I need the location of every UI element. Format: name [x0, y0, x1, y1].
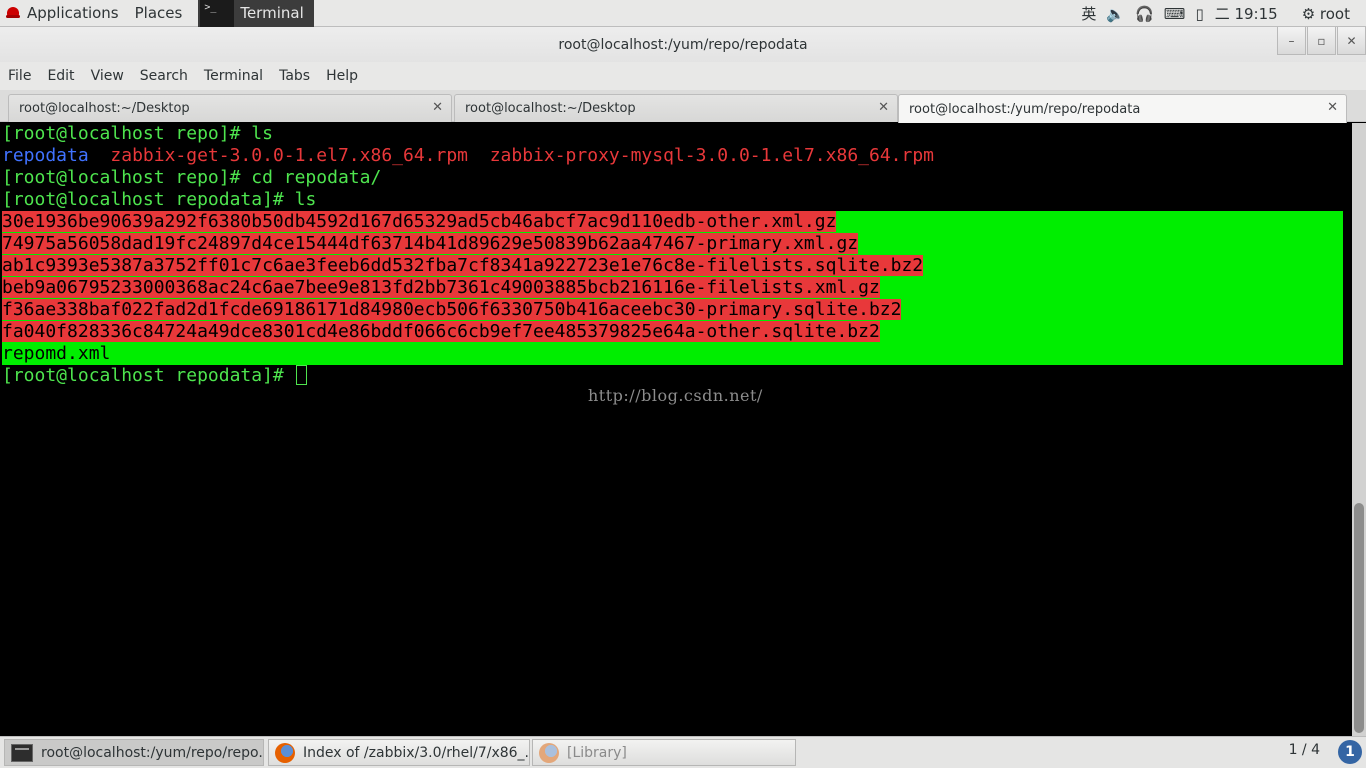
file-row: f36ae338baf022fad2d1fcde69186171d84980ec…: [2, 299, 1343, 321]
notification-badge[interactable]: 1: [1338, 740, 1362, 764]
redhat-logo-icon: [6, 7, 20, 19]
task-label: root@localhost:/yum/repo/repo...: [41, 744, 264, 761]
network-icon[interactable]: ⌨: [1159, 5, 1191, 23]
file-row: beb9a06795233000368ac24c6ae7bee9e813fd2b…: [2, 277, 1343, 299]
terminal-output[interactable]: [root@localhost repo]# ls repodata zabbi…: [0, 123, 1352, 736]
file-row: ab1c9393e5387a3752ff01c7c6ae3feeb6dd532f…: [2, 255, 1343, 277]
menu-tabs[interactable]: Tabs: [271, 68, 318, 84]
menu-terminal[interactable]: Terminal: [196, 68, 271, 84]
firefox-icon: [275, 742, 295, 763]
task-label: [Library]: [567, 744, 627, 761]
file-row: 74975a56058dad19fc24897d4ce15444df63714b…: [2, 233, 1343, 255]
file-entry: 30e1936be90639a292f6380b50db4592d167d653…: [2, 211, 837, 232]
close-icon[interactable]: ✕: [878, 100, 889, 115]
top-panel: Applications Places Terminal 英 🔈 🎧 ⌨ ▯ 二…: [0, 0, 1366, 27]
battery-icon[interactable]: ▯: [1190, 5, 1208, 23]
active-app-terminal[interactable]: Terminal: [198, 0, 314, 27]
terminal-line: [root@localhost repo]# cd repodata/: [2, 167, 1352, 189]
command: ls: [251, 123, 273, 144]
workspace-pager[interactable]: 1 / 4: [1289, 742, 1320, 758]
tab-label: root@localhost:~/Desktop: [465, 101, 636, 116]
tab-label: root@localhost:/yum/repo/repodata: [909, 101, 1141, 117]
text-cursor: [295, 365, 307, 385]
task-terminal[interactable]: root@localhost:/yum/repo/repo...: [4, 739, 264, 766]
tab-desktop-2[interactable]: root@localhost:~/Desktop ✕: [454, 94, 898, 122]
rpm-entry: zabbix-proxy-mysql-3.0.0-1.el7.x86_64.rp…: [489, 145, 935, 166]
dir-entry: repodata: [2, 145, 89, 166]
terminal-line: [root@localhost repodata]# ls: [2, 189, 1352, 211]
places-menu[interactable]: Places: [127, 0, 191, 27]
scrollbar-thumb[interactable]: [1354, 503, 1364, 733]
file-row: repomd.xml: [2, 343, 1343, 365]
window-controls: – ▫ ✕: [1276, 27, 1366, 57]
menu-help[interactable]: Help: [318, 68, 366, 84]
menu-view[interactable]: View: [83, 68, 132, 84]
prompt: [root@localhost repodata]#: [2, 189, 295, 210]
menu-search[interactable]: Search: [132, 68, 196, 84]
file-entry: fa040f828336c84724a49dce8301cd4e86bddf06…: [2, 321, 880, 342]
close-icon[interactable]: ✕: [432, 100, 443, 115]
prompt: [root@localhost repo]#: [2, 167, 252, 188]
clock[interactable]: 二 19:15: [1209, 3, 1294, 24]
file-entry: f36ae338baf022fad2d1fcde69186171d84980ec…: [2, 299, 902, 320]
firefox-icon: [539, 742, 559, 763]
task-firefox-library[interactable]: [Library]: [532, 739, 796, 766]
watermark: http://blog.csdn.net/: [588, 386, 763, 405]
file-entry: repomd.xml: [2, 343, 111, 364]
rpm-entry: zabbix-get-3.0.0-1.el7.x86_64.rpm: [110, 145, 469, 166]
user-icon: ⚙: [1301, 4, 1320, 23]
terminal-icon: [11, 743, 33, 762]
task-label: Index of /zabbix/3.0/rhel/7/x86_...: [303, 744, 530, 761]
menu-file[interactable]: File: [0, 68, 39, 84]
terminal-icon: [200, 0, 235, 27]
prompt: [root@localhost repo]#: [2, 123, 252, 144]
volume-icon[interactable]: 🔈: [1101, 5, 1130, 23]
terminal-line: [root@localhost repodata]#: [2, 365, 1352, 387]
terminal-line: repodata zabbix-get-3.0.0-1.el7.x86_64.r…: [2, 145, 1352, 167]
task-firefox-index[interactable]: Index of /zabbix/3.0/rhel/7/x86_...: [268, 739, 530, 766]
file-entry: beb9a06795233000368ac24c6ae7bee9e813fd2b…: [2, 277, 880, 298]
applications-label: Applications: [27, 4, 119, 22]
system-indicators: 英 🔈 🎧 ⌨ ▯ 二 19:15 ⚙ root: [1076, 0, 1366, 27]
close-icon[interactable]: ✕: [1327, 100, 1338, 115]
minimize-button[interactable]: –: [1277, 27, 1306, 55]
command: ls: [294, 189, 317, 210]
maximize-button[interactable]: ▫: [1307, 27, 1336, 55]
file-entry: ab1c9393e5387a3752ff01c7c6ae3feeb6dd532f…: [2, 255, 924, 276]
tab-bar: root@localhost:~/Desktop ✕ root@localhos…: [0, 90, 1366, 123]
headset-icon[interactable]: 🎧: [1130, 5, 1159, 23]
prompt: [root@localhost repodata]#: [2, 365, 295, 386]
applications-menu[interactable]: Applications: [0, 0, 127, 27]
window-title: root@localhost:/yum/repo/repodata: [558, 36, 808, 53]
tab-label: root@localhost:~/Desktop: [19, 101, 190, 116]
user-menu[interactable]: ⚙ root: [1294, 5, 1366, 23]
close-button[interactable]: ✕: [1337, 27, 1366, 55]
active-app-label: Terminal: [240, 4, 304, 22]
user-name: root: [1319, 4, 1350, 23]
command: cd repodata/: [251, 167, 382, 188]
menu-edit[interactable]: Edit: [39, 68, 82, 84]
file-row: fa040f828336c84724a49dce8301cd4e86bddf06…: [2, 321, 1343, 343]
tab-repodata[interactable]: root@localhost:/yum/repo/repodata ✕: [898, 94, 1347, 123]
menu-bar: File Edit View Search Terminal Tabs Help: [0, 62, 1366, 90]
terminal-line: [root@localhost repo]# ls: [2, 123, 1352, 145]
input-method-indicator[interactable]: 英: [1076, 3, 1101, 24]
window-titlebar[interactable]: root@localhost:/yum/repo/repodata – ▫ ✕: [0, 27, 1366, 62]
tab-desktop-1[interactable]: root@localhost:~/Desktop ✕: [8, 94, 452, 122]
file-row: 30e1936be90639a292f6380b50db4592d167d653…: [2, 211, 1343, 233]
terminal-scrollbar[interactable]: [1352, 123, 1366, 736]
file-entry: 74975a56058dad19fc24897d4ce15444df63714b…: [2, 233, 859, 254]
taskbar: root@localhost:/yum/repo/repo... Index o…: [0, 736, 1366, 768]
